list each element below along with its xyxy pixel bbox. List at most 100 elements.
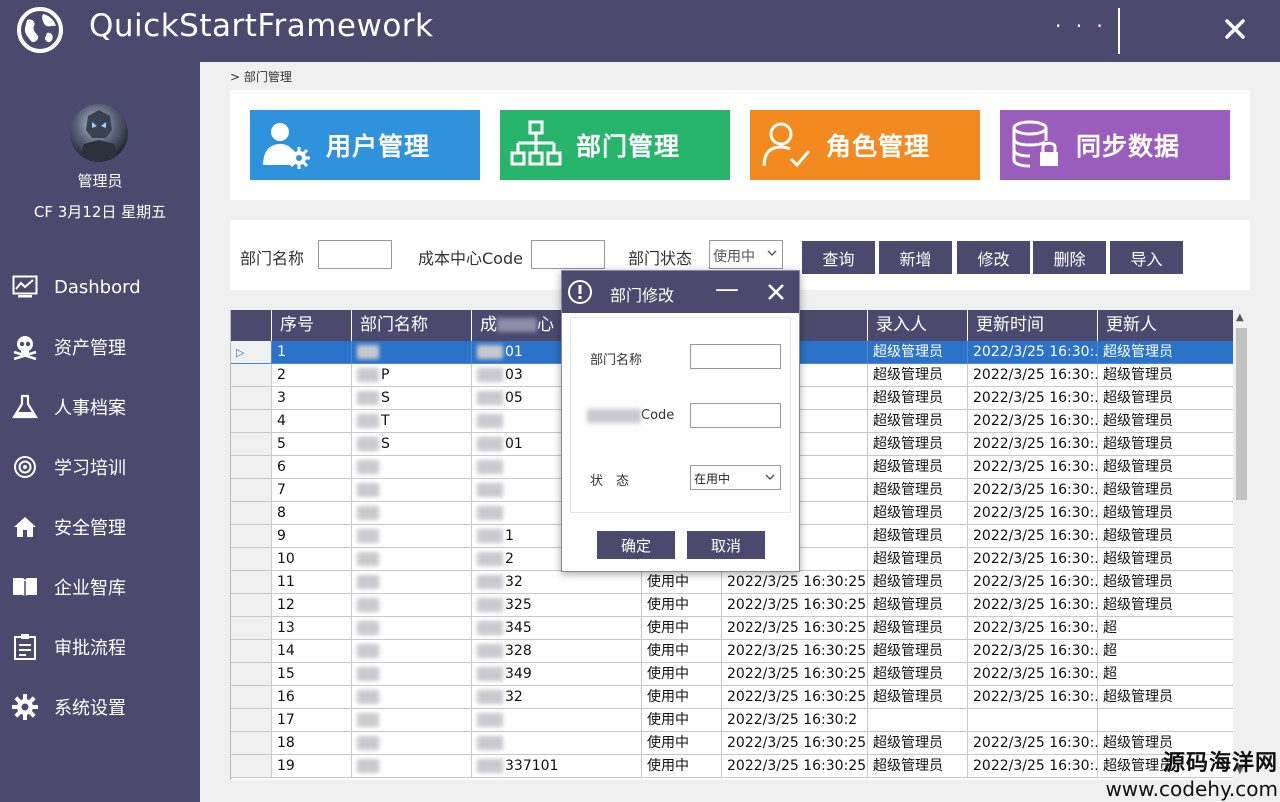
- cell-name[interactable]: T: [352, 410, 472, 433]
- cell-seq[interactable]: 10: [272, 548, 352, 571]
- cell-name[interactable]: [352, 755, 472, 778]
- cell-updated[interactable]: 2022/3/25 16:30:...: [968, 479, 1098, 502]
- cell-name[interactable]: [352, 640, 472, 663]
- delete-button[interactable]: 删除: [1033, 241, 1106, 274]
- cell-created[interactable]: 2022/3/25 16:30:25: [722, 640, 868, 663]
- table-row[interactable]: 15 349 使用中 2022/3/25 16:30:25 超级管理员 2022/3/25…: [231, 663, 1233, 686]
- cell-creator[interactable]: 超级管理员: [868, 456, 968, 479]
- dialog-cancel-button[interactable]: 取消: [687, 531, 765, 559]
- edit-button[interactable]: 修改: [957, 241, 1030, 274]
- cell-seq[interactable]: 17: [272, 709, 352, 732]
- cell-created[interactable]: 2022/3/25 16:30:25: [722, 594, 868, 617]
- cell-updated[interactable]: 2022/3/25 16:30:...: [968, 663, 1098, 686]
- cell-creator[interactable]: 超级管理员: [868, 640, 968, 663]
- row-header[interactable]: [231, 387, 272, 410]
- cell-name[interactable]: [352, 456, 472, 479]
- row-header[interactable]: [231, 732, 272, 755]
- cell-creator[interactable]: 超级管理员: [868, 479, 968, 502]
- add-button[interactable]: 新增: [879, 241, 952, 274]
- cell-creator[interactable]: 超级管理员: [868, 663, 968, 686]
- tile-role-management[interactable]: 角色管理: [750, 110, 980, 180]
- cell-updated[interactable]: 2022/3/25 16:30:...: [968, 640, 1098, 663]
- cell-creator[interactable]: 超级管理员: [868, 341, 968, 364]
- cell-updater[interactable]: 超级管理员: [1098, 502, 1233, 525]
- cell-updated[interactable]: 2022/3/25 16:30:...: [968, 387, 1098, 410]
- cell-updater[interactable]: 超: [1098, 617, 1233, 640]
- cell-status[interactable]: 使用中: [642, 709, 722, 732]
- row-header[interactable]: [231, 571, 272, 594]
- cell-created[interactable]: 2022/3/25 16:30:25: [722, 571, 868, 594]
- col-header-updater[interactable]: 更新人: [1098, 310, 1233, 341]
- import-button[interactable]: 导入: [1110, 241, 1183, 274]
- cell-updated[interactable]: 2022/3/25 16:30:...: [968, 341, 1098, 364]
- row-header[interactable]: [231, 364, 272, 387]
- cell-created[interactable]: 2022/3/25 16:30:25: [722, 732, 868, 755]
- cell-name[interactable]: [352, 525, 472, 548]
- row-header[interactable]: [231, 617, 272, 640]
- row-header[interactable]: [231, 525, 272, 548]
- cell-seq[interactable]: 12: [272, 594, 352, 617]
- cell-seq[interactable]: 15: [272, 663, 352, 686]
- cell-status[interactable]: 使用中: [642, 594, 722, 617]
- row-header[interactable]: [231, 709, 272, 732]
- cell-creator[interactable]: 超级管理员: [868, 686, 968, 709]
- row-header[interactable]: ▷: [231, 341, 272, 364]
- cell-status[interactable]: 使用中: [642, 617, 722, 640]
- row-header[interactable]: [231, 479, 272, 502]
- table-row[interactable]: 14 328 使用中 2022/3/25 16:30:25 超级管理员 2022/3/25…: [231, 640, 1233, 663]
- cell-code[interactable]: 337101: [472, 755, 642, 778]
- cell-seq[interactable]: 19: [272, 755, 352, 778]
- cell-updated[interactable]: 2022/3/25 16:30:...: [968, 410, 1098, 433]
- cell-code[interactable]: 32: [472, 571, 642, 594]
- cell-status[interactable]: 使用中: [642, 755, 722, 778]
- tile-user-management[interactable]: 用户管理: [250, 110, 480, 180]
- tile-department-management[interactable]: 部门管理: [500, 110, 730, 180]
- sidebar-item-dashboard[interactable]: Dashbord: [0, 262, 200, 312]
- row-header[interactable]: [231, 663, 272, 686]
- row-header[interactable]: [231, 755, 272, 778]
- dialog-status-select[interactable]: 在用中: [690, 465, 781, 490]
- cell-seq[interactable]: 2: [272, 364, 352, 387]
- cell-name[interactable]: [352, 594, 472, 617]
- cell-created[interactable]: 2022/3/25 16:30:25: [722, 686, 868, 709]
- cell-creator[interactable]: 超级管理员: [868, 617, 968, 640]
- col-header-seq[interactable]: 序号: [272, 310, 352, 341]
- cell-seq[interactable]: 18: [272, 732, 352, 755]
- cell-updater[interactable]: 超级管理员: [1098, 525, 1233, 548]
- cell-creator[interactable]: 超级管理员: [868, 502, 968, 525]
- tile-sync-data[interactable]: 同步数据: [1000, 110, 1230, 180]
- row-header[interactable]: [231, 433, 272, 456]
- dept-name-input[interactable]: [318, 240, 392, 269]
- cell-updater[interactable]: 超: [1098, 640, 1233, 663]
- row-header[interactable]: [231, 640, 272, 663]
- cell-seq[interactable]: 7: [272, 479, 352, 502]
- cell-updated[interactable]: [968, 709, 1098, 732]
- cell-seq[interactable]: 4: [272, 410, 352, 433]
- cell-seq[interactable]: 8: [272, 502, 352, 525]
- cell-name[interactable]: S: [352, 433, 472, 456]
- sidebar-item-knowledge[interactable]: 企业智库: [0, 562, 200, 612]
- cell-name[interactable]: [352, 548, 472, 571]
- table-row[interactable]: 16 32 使用中 2022/3/25 16:30:25 超级管理员 2022/3/25 …: [231, 686, 1233, 709]
- cell-updater[interactable]: 超级管理员: [1098, 433, 1233, 456]
- cell-name[interactable]: P: [352, 364, 472, 387]
- sidebar-item-training[interactable]: 学习培训: [0, 442, 200, 492]
- cell-updater[interactable]: 超级管理员: [1098, 410, 1233, 433]
- close-window-icon[interactable]: [1222, 16, 1248, 42]
- cell-updated[interactable]: 2022/3/25 16:30:...: [968, 364, 1098, 387]
- cell-status[interactable]: 使用中: [642, 732, 722, 755]
- status-select[interactable]: 使用中: [709, 240, 783, 269]
- cell-created[interactable]: 2022/3/25 16:30:25: [722, 617, 868, 640]
- cell-creator[interactable]: 超级管理员: [868, 364, 968, 387]
- cell-updater[interactable]: 超级管理员: [1098, 364, 1233, 387]
- cost-center-input[interactable]: [531, 240, 605, 269]
- row-header[interactable]: [231, 456, 272, 479]
- table-row[interactable]: 11 32 使用中 2022/3/25 16:30:25 超级管理员 2022/3/25 …: [231, 571, 1233, 594]
- cell-creator[interactable]: 超级管理员: [868, 571, 968, 594]
- dialog-name-input[interactable]: [690, 344, 781, 369]
- table-row[interactable]: 12 325 使用中 2022/3/25 16:30:25 超级管理员 2022/3/25…: [231, 594, 1233, 617]
- table-row[interactable]: 13 345 使用中 2022/3/25 16:30:25 超级管理员 2022/3/25…: [231, 617, 1233, 640]
- col-header-updated[interactable]: 更新时间: [968, 310, 1098, 341]
- sidebar-item-hr-records[interactable]: 人事档案: [0, 382, 200, 432]
- cell-code[interactable]: 349: [472, 663, 642, 686]
